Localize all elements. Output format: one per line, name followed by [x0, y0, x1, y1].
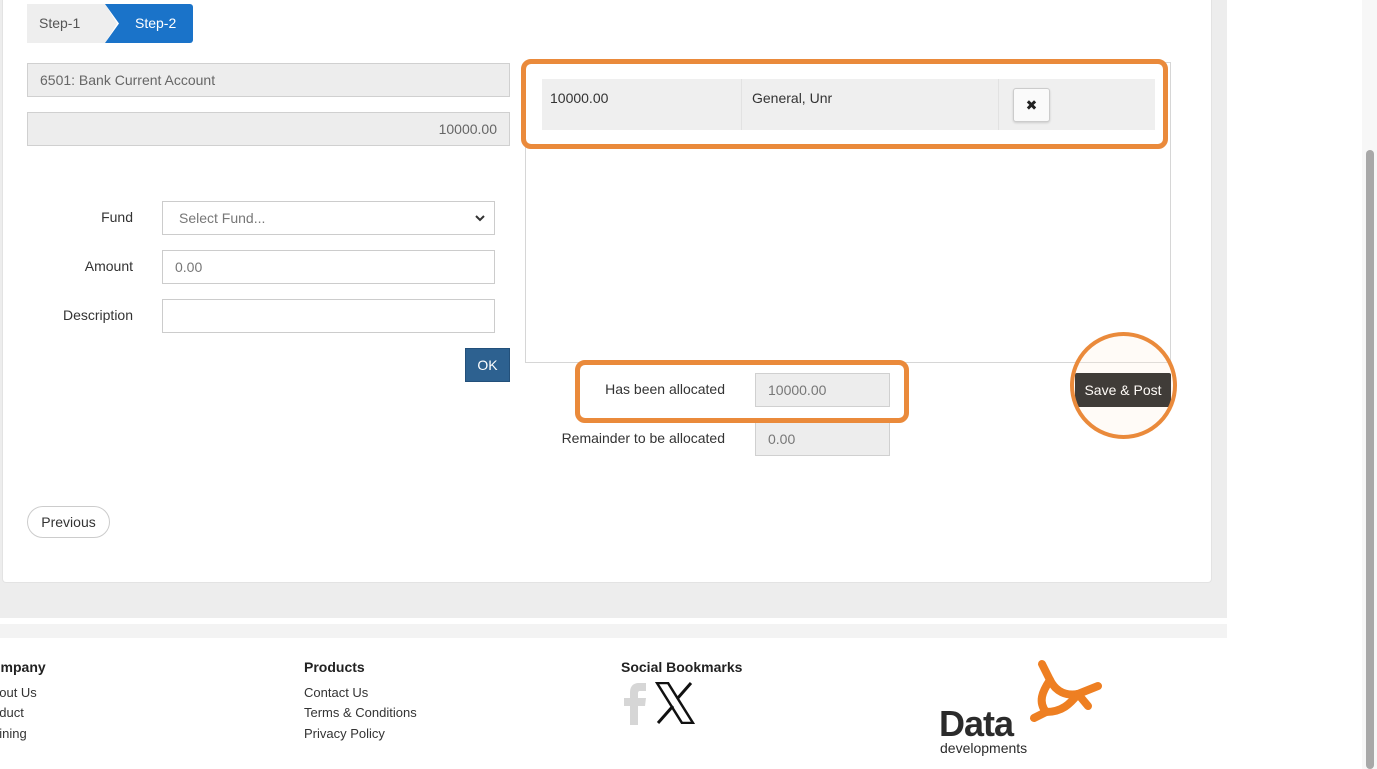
allocation-amount: 10000.00 — [542, 79, 742, 130]
footer-link-training[interactable]: aining — [0, 726, 27, 741]
fund-label: Fund — [101, 209, 133, 225]
scrollbar-thumb[interactable] — [1366, 150, 1374, 769]
footer-link-about[interactable]: bout Us — [0, 685, 37, 700]
allocated-value: 10000.00 — [755, 373, 890, 407]
save-post-button[interactable]: Save & Post — [1075, 373, 1171, 407]
facebook-icon[interactable] — [622, 683, 648, 725]
remainder-value: 0.00 — [755, 422, 890, 456]
logo-tagline: developments — [940, 740, 1028, 756]
footer-divider — [0, 624, 1227, 638]
description-input[interactable] — [162, 299, 495, 333]
logo-wordmark: Data — [939, 703, 1014, 744]
fund-select-value: Select Fund... — [179, 210, 266, 226]
remainder-label: Remainder to be allocated — [561, 430, 725, 446]
footer-social-heading: Social Bookmarks — [621, 659, 743, 675]
previous-button[interactable]: Previous — [27, 506, 110, 538]
footer-link-privacy[interactable]: Privacy Policy — [304, 726, 385, 741]
total-amount-field: 10000.00 — [27, 112, 510, 146]
footer-products-heading: Products — [304, 659, 365, 675]
x-icon[interactable] — [655, 682, 695, 724]
allocated-label: Has been allocated — [605, 381, 725, 397]
amount-input[interactable]: 0.00 — [162, 250, 495, 284]
footer-link-contact[interactable]: Contact Us — [304, 685, 368, 700]
fund-select[interactable]: Select Fund... — [162, 201, 495, 235]
delete-allocation-button[interactable]: ✖ — [1013, 88, 1050, 122]
footer-link-terms[interactable]: Terms & Conditions — [304, 705, 417, 720]
footer-link-product[interactable]: oduct — [0, 705, 24, 720]
chevron-down-icon — [475, 215, 485, 222]
allocation-fund: General, Unr — [743, 79, 999, 130]
table-row: 10000.00 General, Unr — [542, 79, 1155, 130]
ok-button[interactable]: OK — [465, 348, 510, 382]
step-1-tab[interactable]: Step-1 — [27, 4, 117, 43]
amount-label: Amount — [84, 258, 133, 274]
account-field: 6501: Bank Current Account — [27, 63, 510, 97]
description-label: Description — [62, 307, 133, 323]
footer-company-heading: ompany — [0, 659, 46, 675]
close-icon: ✖ — [1025, 97, 1038, 113]
